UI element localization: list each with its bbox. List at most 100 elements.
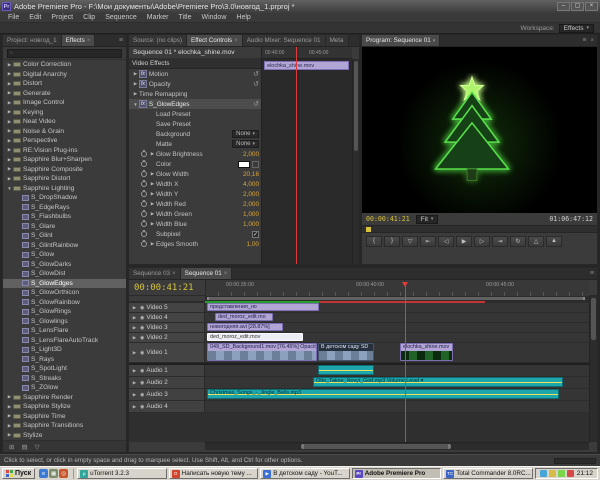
close-tab-icon[interactable]: ×: [234, 38, 238, 44]
effects-bin-sapphire-lighting[interactable]: ▼Sapphire Lighting: [3, 184, 126, 194]
effect-item-s_glowedges[interactable]: S_GlowEdges: [3, 279, 126, 289]
effects-bin-digital-anarchy[interactable]: ▶Digital Anarchy: [3, 70, 126, 80]
menu-help[interactable]: Help: [231, 14, 255, 21]
param-value[interactable]: 1,000: [243, 211, 259, 218]
disclosure-triangle-icon[interactable]: ▶: [149, 181, 156, 187]
tab-program[interactable]: Program: Sequence 01▾: [362, 35, 440, 46]
toggle-track-output-icon[interactable]: ◉: [140, 335, 144, 341]
add-marker-button[interactable]: ▽: [402, 236, 418, 247]
stopwatch-icon[interactable]: [141, 221, 147, 227]
reset-effect-icon[interactable]: ↺: [253, 100, 259, 108]
tray-icon[interactable]: [549, 470, 556, 477]
step-forward-button[interactable]: ▷: [474, 236, 490, 247]
tab-effects[interactable]: Effects×: [62, 35, 96, 46]
set-out-button[interactable]: }: [384, 236, 400, 247]
disclosure-triangle-icon[interactable]: ▶: [149, 241, 156, 247]
track-header-audio-1[interactable]: ▶◉Audio 1: [129, 365, 205, 377]
effect-item-s_glowdarks[interactable]: S_GlowDarks: [3, 260, 126, 270]
toggle-track-mute-icon[interactable]: ◉: [140, 368, 144, 374]
disclosure-triangle-icon[interactable]: ▼: [6, 186, 13, 191]
panel-menu-icon[interactable]: ≡: [590, 270, 594, 277]
effects-bin-image-control[interactable]: ▶Image Control: [3, 98, 126, 108]
taskbar-button-utorrent-3-2-3[interactable]: µuTorrent 3.2.3: [77, 468, 167, 479]
param-value[interactable]: 2,000: [243, 151, 259, 158]
step-back-button[interactable]: ◁: [438, 236, 454, 247]
minimize-button[interactable]: –: [557, 2, 570, 11]
disclosure-triangle-icon[interactable]: ▶: [131, 392, 138, 398]
scrollbar-thumb[interactable]: [301, 444, 451, 449]
param-width-y[interactable]: ▶Width Y2,000: [129, 189, 261, 199]
disclosure-triangle-icon[interactable]: ▶: [6, 166, 13, 172]
toggle-track-output-icon[interactable]: ◉: [140, 305, 144, 311]
clip-представления_но[interactable]: представления_но: [207, 303, 319, 311]
disclosure-triangle-icon[interactable]: ▶: [131, 305, 138, 311]
param-subpixel[interactable]: Subpixel✓: [129, 229, 261, 239]
disclosure-triangle-icon[interactable]: ▶: [132, 81, 139, 87]
maximize-button[interactable]: ▢: [571, 2, 584, 11]
zoom-level-select[interactable]: Fit ▾: [416, 215, 439, 224]
disclosure-triangle-icon[interactable]: ▶: [6, 90, 13, 96]
clip-новогодняя-avi-28-87[interactable]: новогодняя.avi [28.87%]: [207, 323, 283, 331]
effects-bin-re-vision-plug-ins[interactable]: ▶RE:Vision Plug-ins: [3, 146, 126, 156]
start-button[interactable]: Пуск: [2, 468, 35, 479]
close-tab-icon[interactable]: ×: [224, 271, 228, 277]
disclosure-triangle-icon[interactable]: ▶: [6, 71, 13, 77]
track-header-video-3[interactable]: ▶◉Video 3: [129, 323, 205, 333]
disclosure-triangle-icon[interactable]: ▶: [149, 171, 156, 177]
new-folder-icon[interactable]: ▤: [21, 443, 27, 451]
track-lane-video-2[interactable]: ded_moroz_edit.mov: [205, 333, 589, 343]
program-viewport[interactable]: [362, 47, 597, 213]
close-button[interactable]: ×: [585, 2, 598, 11]
play-button[interactable]: ▶: [456, 236, 472, 247]
taskbar-button-total-commander-8-0rc[interactable]: TCTotal Commander 8.0RC...: [443, 468, 533, 479]
tray-icon[interactable]: [567, 470, 574, 477]
fx-badge-icon[interactable]: fx: [139, 80, 147, 88]
disclosure-triangle-icon[interactable]: ▶: [6, 119, 13, 125]
go-to-in-button[interactable]: ⇤: [420, 236, 436, 247]
param-load-preset[interactable]: Load Preset: [129, 109, 261, 119]
track-header-video-2[interactable]: ▶◉Video 2: [129, 333, 205, 343]
reset-effect-icon[interactable]: ↺: [253, 80, 259, 88]
tab-audio-mixer[interactable]: Audio Mixer: Sequence 01: [243, 35, 326, 46]
workspace-select[interactable]: Effects ▾: [559, 24, 594, 33]
disclosure-triangle-icon[interactable]: ▶: [6, 138, 13, 144]
effect-item-s_flashbulbs[interactable]: S_Flashbulbs: [3, 212, 126, 222]
stopwatch-icon[interactable]: [141, 211, 147, 217]
fx-badge-icon[interactable]: fx: [139, 70, 147, 78]
scrollbar-thumb[interactable]: [591, 298, 596, 340]
effects-search-input[interactable]: ○: [7, 49, 122, 58]
disclosure-triangle-icon[interactable]: ▶: [131, 335, 138, 341]
taskbar-button-в-детском-саду-yout[interactable]: ▶В детском саду - YouT...: [260, 468, 350, 479]
loop-button[interactable]: ↻: [510, 236, 526, 247]
effects-bin-sapphire-time[interactable]: ▶Sapphire Time: [3, 412, 126, 422]
toggle-track-output-icon[interactable]: ◉: [140, 325, 144, 331]
clip-в-детском-саду-sd[interactable]: В детском саду SD: [318, 343, 374, 361]
track-header-audio-4[interactable]: ▶◉Audio 4: [129, 401, 205, 413]
lift-button[interactable]: △: [528, 236, 544, 247]
track-lane-video-5[interactable]: представления_но: [205, 303, 589, 313]
effects-bin-sapphire-render[interactable]: ▶Sapphire Render: [3, 393, 126, 403]
toggle-track-mute-icon[interactable]: ◉: [140, 404, 144, 410]
param-value[interactable]: 1,000: [243, 221, 259, 228]
quicklaunch-desktop-icon[interactable]: ▦: [49, 469, 58, 478]
track-header-audio-2[interactable]: ▶◉Audio 2: [129, 377, 205, 389]
stopwatch-icon[interactable]: [141, 201, 147, 207]
tray-icon[interactable]: [558, 470, 565, 477]
toggle-track-mute-icon[interactable]: ◉: [140, 392, 144, 398]
effect-item-s_glow[interactable]: S_Glow: [3, 250, 126, 260]
effects-bin-sapphire-composite[interactable]: ▶Sapphire Composite: [3, 165, 126, 175]
param-dropdown[interactable]: None▾: [232, 140, 259, 148]
toggle-track-mute-icon[interactable]: ◉: [140, 380, 144, 386]
disclosure-triangle-icon[interactable]: ▶: [131, 350, 138, 356]
param-dropdown[interactable]: None▾: [232, 130, 259, 138]
stopwatch-icon[interactable]: [141, 241, 147, 247]
disclosure-triangle-icon[interactable]: ▶: [6, 394, 13, 400]
effects-bin-noise-grain[interactable]: ▶Noise & Grain: [3, 127, 126, 137]
track-header-video-4[interactable]: ▶◉Video 4: [129, 313, 205, 323]
menu-project[interactable]: Project: [46, 14, 78, 21]
taskbar-button-написать-новую-тему[interactable]: OНаписать новую тему ...: [169, 468, 259, 479]
tab-project[interactable]: Project: новгод_1: [3, 35, 62, 46]
disclosure-triangle-icon[interactable]: ▶: [132, 71, 139, 77]
disclosure-triangle-icon[interactable]: ▶: [6, 62, 13, 68]
effects-bin-sapphire-transitions[interactable]: ▶Sapphire Transitions: [3, 421, 126, 431]
